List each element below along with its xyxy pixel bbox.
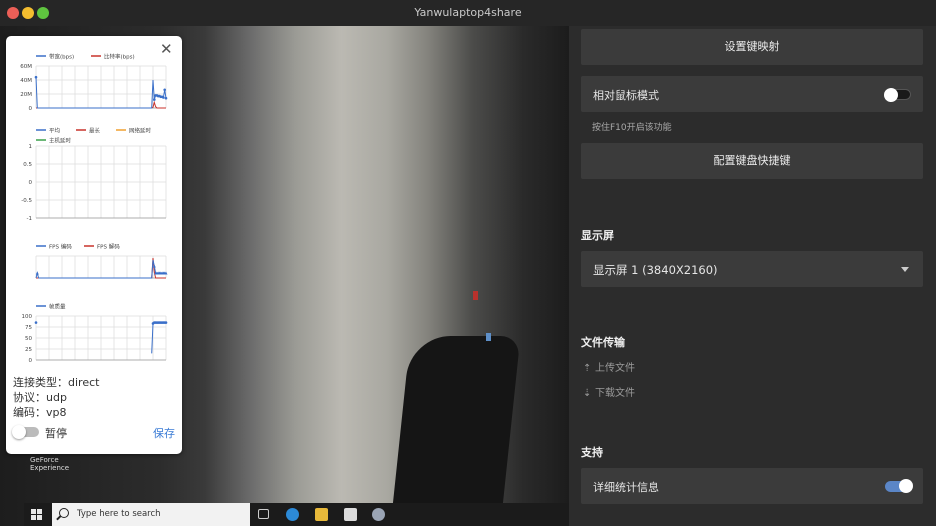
y-tick-label: 0: [29, 180, 33, 186]
protocol-text: 协议：udp: [13, 391, 67, 404]
search-icon: [59, 508, 69, 518]
detailed-stats-switch[interactable]: [885, 479, 913, 493]
chevron-down-icon: [901, 267, 909, 272]
download-icon: ⇣: [583, 388, 592, 399]
save-button[interactable]: 保存: [153, 425, 175, 441]
legend-label: 平均: [49, 127, 61, 135]
app-icon[interactable]: [344, 508, 357, 521]
pause-toggle[interactable]: [12, 425, 39, 439]
display-section-title: 显示屏: [581, 229, 614, 242]
download-label: 下载文件: [595, 388, 635, 399]
detailed-stats-label: 详细统计信息: [593, 481, 659, 494]
taskbar-search-placeholder: Type here to search: [77, 509, 161, 519]
legend-label: 网络延时: [129, 127, 152, 135]
pause-label: 暂停: [45, 427, 67, 440]
display-selected-value: 显示屏 1 (3840X2160): [593, 263, 718, 277]
relative-mouse-switch[interactable]: [884, 88, 911, 102]
legend-label: 带宽(bps): [49, 53, 74, 61]
keyboard-shortcuts-button[interactable]: 配置键盘快捷键: [581, 143, 923, 179]
desktop-icon-label[interactable]: GeForce Experience: [30, 456, 69, 472]
data-point: [34, 75, 38, 79]
stats-overlay: ✕ 带宽(bps) 比特率(bps) 60M 40M 20M 0 平均 最长 网络延时 主机延时 1…: [6, 36, 182, 454]
legend-label: FPS 编码: [49, 243, 72, 251]
upload-label: 上传文件: [595, 363, 635, 374]
upload-icon: ⇡: [583, 363, 592, 374]
y-tick-label: 0.5: [23, 162, 32, 168]
windows-start-icon[interactable]: [31, 509, 42, 520]
data-point: [162, 96, 165, 99]
settings-panel: 设置键映射 相对鼠标模式 按住F10开启该功能 配置键盘快捷键 显示屏 显示屏 …: [569, 26, 936, 526]
legend-label: 最长: [89, 127, 101, 135]
y-tick-label: 75: [25, 325, 32, 331]
y-tick-label: -1: [27, 216, 32, 222]
climber-figure: [473, 291, 478, 300]
y-tick-label: 20M: [20, 92, 32, 98]
y-tick-label: 25: [25, 347, 32, 353]
y-tick-label: 100: [22, 314, 33, 320]
climber-figure: [486, 333, 491, 341]
data-point: [164, 321, 168, 324]
task-view-icon[interactable]: [258, 509, 269, 519]
legend-label: 主机延时: [49, 137, 72, 145]
legend-label: FPS 解码: [97, 243, 120, 251]
taskbar-search-box[interactable]: Type here to search: [52, 503, 250, 526]
data-point: [34, 321, 38, 324]
y-tick-label: 60M: [20, 64, 32, 70]
edge-browser-icon[interactable]: [286, 508, 299, 521]
upload-file-button[interactable]: ⇡ 上传文件: [583, 359, 635, 374]
y-tick-label: 0: [29, 358, 33, 364]
y-tick-label: -0.5: [21, 198, 32, 204]
codec-text: 编码：vp8: [13, 406, 67, 419]
connection-type-text: 连接类型：direct: [13, 376, 100, 389]
legend-label: 比特率(bps): [104, 53, 135, 61]
rock-formation: [389, 336, 521, 526]
y-tick-label: 1: [29, 144, 33, 150]
relative-mouse-hint: 按住F10开启该功能: [592, 123, 672, 133]
relative-mouse-label: 相对鼠标模式: [593, 89, 659, 102]
relative-mouse-row[interactable]: 相对鼠标模式: [581, 76, 923, 112]
key-mapping-button[interactable]: 设置键映射: [581, 29, 923, 65]
app-icon-active[interactable]: [372, 508, 385, 521]
file-transfer-section-title: 文件传输: [581, 336, 625, 349]
download-file-button[interactable]: ⇣ 下载文件: [583, 384, 635, 399]
support-section-title: 支持: [581, 446, 603, 459]
window-titlebar: Yanwulaptop4share: [0, 0, 936, 26]
display-select[interactable]: 显示屏 1 (3840X2160): [581, 251, 923, 287]
stats-charts: 带宽(bps) 比特率(bps) 60M 40M 20M 0 平均 最长 网络延时主机延时 1 0.…: [20, 53, 168, 364]
legend-label: 帧质量: [49, 303, 66, 311]
data-point: [153, 98, 156, 101]
windows-taskbar: Type here to search: [24, 503, 569, 526]
y-tick-label: 0: [29, 106, 33, 112]
detailed-stats-row[interactable]: 详细统计信息: [581, 468, 923, 504]
y-tick-label: 50: [25, 336, 32, 342]
data-point: [163, 88, 166, 92]
file-explorer-icon[interactable]: [315, 508, 328, 521]
y-tick-label: 40M: [20, 78, 32, 84]
window-title: Yanwulaptop4share: [414, 6, 522, 19]
data-point: [164, 96, 168, 100]
